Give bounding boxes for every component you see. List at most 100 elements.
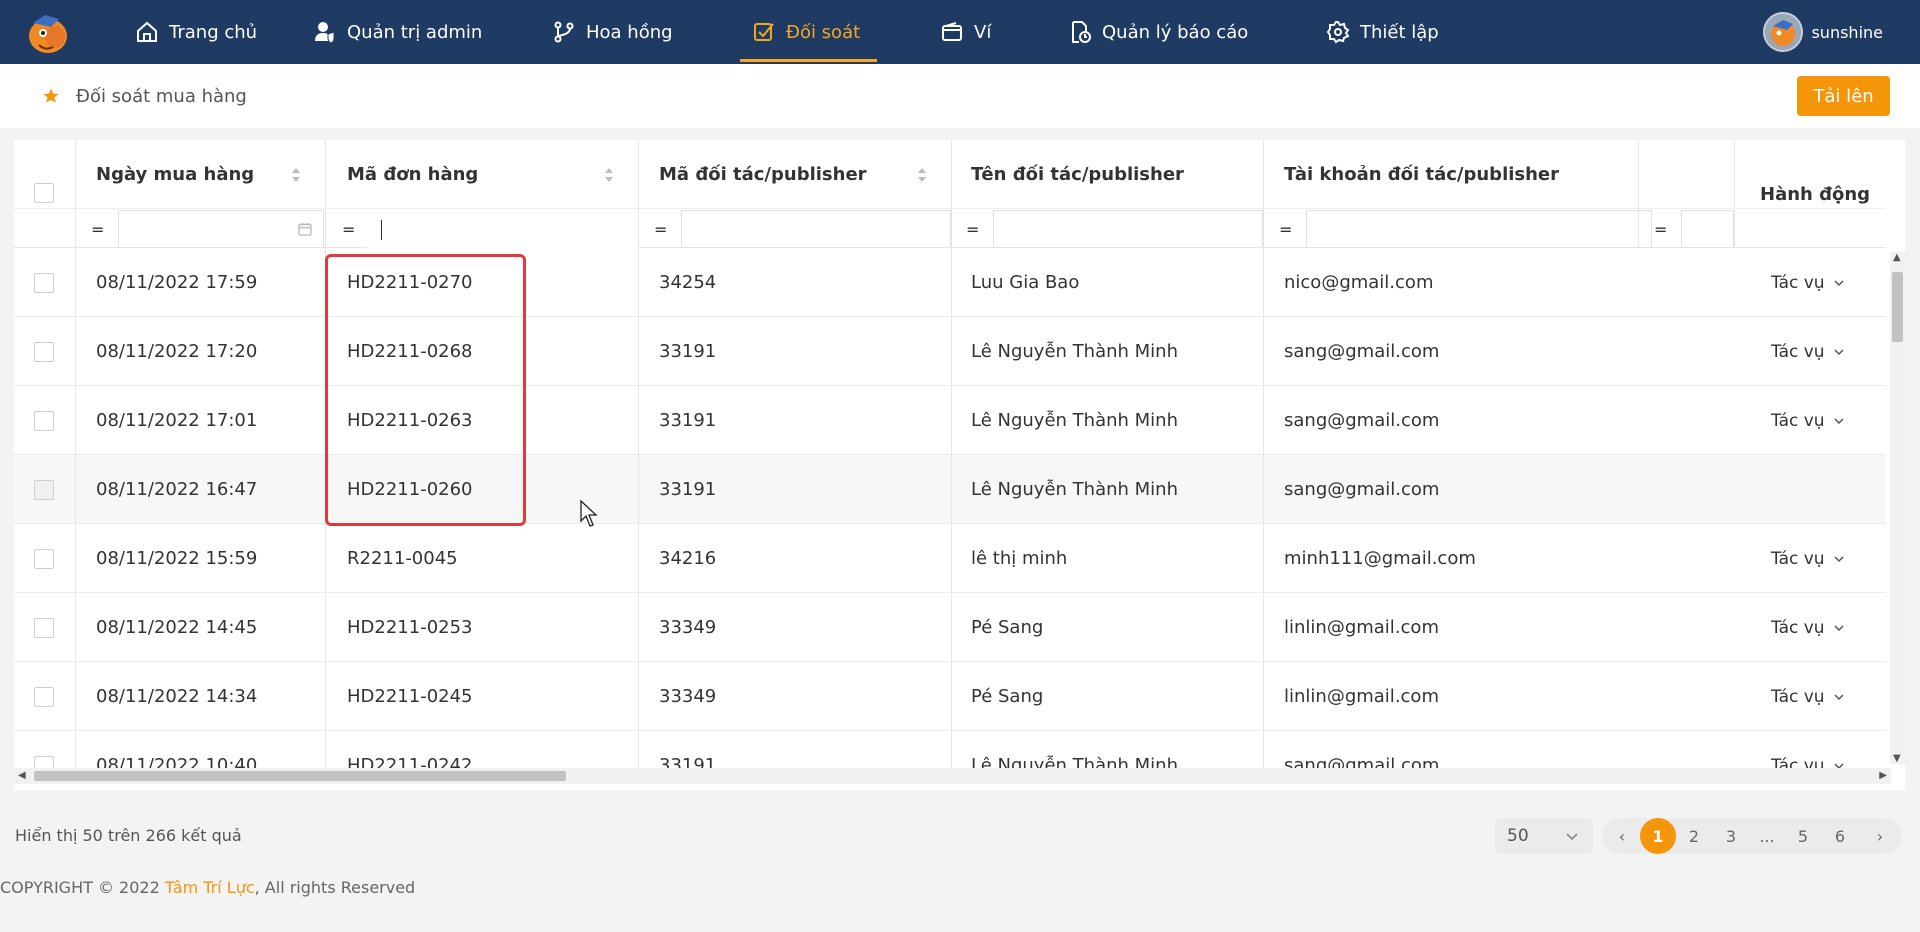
row-action-dropdown[interactable]: Tác vụ (1771, 317, 1845, 386)
chevron-down-icon (1834, 624, 1844, 631)
row-checkbox[interactable] (34, 480, 54, 500)
filter-operator[interactable]: = (966, 209, 979, 249)
table-row[interactable]: 08/11/2022 10:40 HD2211-0242 33191 Lê Nguyễ… (14, 731, 1886, 768)
page-ellipsis: ... (1759, 826, 1775, 846)
sort-icon[interactable] (604, 167, 614, 183)
table-row[interactable]: 08/11/2022 17:20 HD2211-0268 33191 Lê Nguyễ… (14, 317, 1886, 386)
action-label: Tác vụ (1771, 617, 1825, 638)
scroll-thumb[interactable] (1892, 272, 1903, 342)
column-divider (1734, 140, 1735, 248)
page-button[interactable]: 5 (1785, 818, 1821, 854)
calendar-icon[interactable] (297, 221, 313, 237)
cell-order-code: HD2211-0245 (347, 686, 473, 707)
nav-item-commission[interactable]: Hoa hồng (552, 0, 673, 64)
cell-order-code: R2211-0045 (347, 548, 458, 569)
cell-partner-account: linlin@gmail.com (1284, 686, 1439, 707)
user-menu[interactable]: sunshine (1763, 12, 1883, 52)
action-label: Tác vụ (1771, 341, 1825, 362)
row-action-dropdown[interactable]: Tác vụ (1771, 248, 1845, 317)
page-size-select[interactable]: 50 (1495, 818, 1593, 854)
filter-operator[interactable]: = (1654, 209, 1667, 249)
date-filter-input[interactable] (118, 210, 324, 248)
header-order-code[interactable]: Mã đơn hàng (347, 140, 478, 208)
action-label: Tác vụ (1771, 548, 1825, 569)
header-partner-code[interactable]: Mã đối tác/publisher (659, 140, 867, 208)
cell-partner-name: Pé Sang (971, 686, 1044, 707)
scroll-down-icon[interactable]: ▼ (1893, 753, 1901, 764)
upload-button[interactable]: Tải lên (1797, 76, 1890, 116)
cell-partner-name: Lê Nguyễn Thành Minh (971, 755, 1178, 768)
partner-code-filter-input[interactable] (681, 210, 951, 248)
filter-operator[interactable]: = (1279, 209, 1292, 249)
partner-name-filter-input[interactable] (993, 210, 1263, 248)
sort-icon[interactable] (291, 167, 301, 183)
filter-row: = = = = = = (14, 208, 1886, 248)
row-action-dropdown[interactable]: Tác vụ (1771, 386, 1845, 455)
table-row[interactable]: 08/11/2022 16:47 HD2211-0260 33191 Lê Nguyễ… (14, 455, 1886, 524)
cell-partner-account: sang@gmail.com (1284, 479, 1440, 500)
nav-item-settings[interactable]: Thiết lập (1326, 0, 1439, 64)
orders-table: Ngày mua hàng Mã đơn hàng Mã đối tác/pub… (14, 140, 1905, 790)
row-checkbox[interactable] (34, 618, 54, 638)
row-action-dropdown[interactable]: Tác vụ (1771, 524, 1845, 593)
nav-item-reports[interactable]: Quản lý báo cáo (1068, 0, 1248, 64)
table-row[interactable]: 08/11/2022 17:01 HD2211-0263 33191 Lê Nguyễ… (14, 386, 1886, 455)
page-button[interactable]: 1 (1640, 818, 1676, 854)
row-action-dropdown[interactable]: Tác vụ (1771, 731, 1845, 768)
table-row[interactable]: 08/11/2022 14:34 HD2211-0245 33349 Pé Sang l… (14, 662, 1886, 731)
row-checkbox[interactable] (34, 342, 54, 362)
cell-order-code: HD2211-0253 (347, 617, 473, 638)
order-filter-input[interactable] (367, 210, 638, 248)
chevron-down-icon (1834, 555, 1844, 562)
active-tab-indicator (740, 59, 877, 62)
column-divider (951, 140, 952, 768)
breadcrumb: Đối soát mua hàng (42, 64, 247, 128)
column-divider (75, 140, 76, 768)
header-partner-account: Tài khoản đối tác/publisher (1284, 163, 1560, 185)
vertical-scrollbar[interactable]: ▲ ▼ (1890, 252, 1905, 764)
action-label: Tác vụ (1771, 410, 1825, 431)
header-date[interactable]: Ngày mua hàng (96, 140, 254, 208)
filter-operator[interactable]: = (342, 209, 355, 249)
sort-icon[interactable] (917, 167, 927, 183)
row-checkbox[interactable] (34, 756, 54, 768)
table-row[interactable]: 08/11/2022 17:59 HD2211-0270 34254 Luu Gia … (14, 248, 1886, 317)
nav-item-wallet[interactable]: Ví (940, 0, 991, 64)
select-all-checkbox[interactable] (34, 183, 54, 203)
pagination: ‹ 1 2 3 ... 5 6 › (1602, 818, 1902, 854)
nav-item-reconciliation[interactable]: Đối soát (752, 0, 860, 64)
table-row[interactable]: 08/11/2022 15:59 R2211-0045 34216 lê thị mi… (14, 524, 1886, 593)
column-divider (1263, 140, 1264, 768)
extra-filter-input[interactable] (1681, 210, 1734, 248)
page-button[interactable]: 6 (1822, 818, 1858, 854)
cell-date: 08/11/2022 10:40 (96, 755, 258, 768)
brand-link[interactable]: Tâm Trí Lực (165, 878, 255, 897)
row-checkbox[interactable] (34, 411, 54, 431)
nav-item-home[interactable]: Trang chủ (135, 0, 257, 64)
scroll-thumb[interactable] (34, 771, 566, 781)
row-checkbox[interactable] (34, 273, 54, 293)
scroll-right-icon[interactable]: ▶ (1879, 770, 1887, 781)
filter-operator[interactable]: = (654, 209, 667, 249)
nav-item-admin[interactable]: Quản trị admin (313, 0, 482, 64)
page-button[interactable]: 2 (1676, 818, 1712, 854)
row-action-dropdown[interactable]: Tác vụ (1771, 662, 1845, 731)
nav-item-label: Quản trị admin (347, 21, 483, 43)
row-action-dropdown[interactable]: Tác vụ (1771, 593, 1845, 662)
scroll-up-icon[interactable]: ▲ (1893, 252, 1901, 263)
partner-account-filter-input[interactable] (1306, 210, 1652, 248)
logo-icon[interactable] (25, 11, 71, 55)
page-button[interactable]: 3 (1713, 818, 1749, 854)
filter-operator[interactable]: = (91, 209, 104, 249)
table-row[interactable]: 08/11/2022 14:45 HD2211-0253 33349 Pé Sang l… (14, 593, 1886, 662)
chevron-down-icon (1834, 279, 1844, 286)
cell-partner-code: 33191 (659, 410, 717, 431)
scroll-left-icon[interactable]: ◀ (18, 770, 26, 781)
row-checkbox[interactable] (34, 687, 54, 707)
next-page-icon[interactable]: › (1862, 818, 1898, 854)
horizontal-scrollbar[interactable]: ◀ ▶ (14, 768, 1891, 784)
prev-page-icon[interactable]: ‹ (1604, 818, 1640, 854)
row-checkbox[interactable] (34, 549, 54, 569)
action-label: Tác vụ (1771, 755, 1825, 769)
cell-partner-account: sang@gmail.com (1284, 341, 1440, 362)
